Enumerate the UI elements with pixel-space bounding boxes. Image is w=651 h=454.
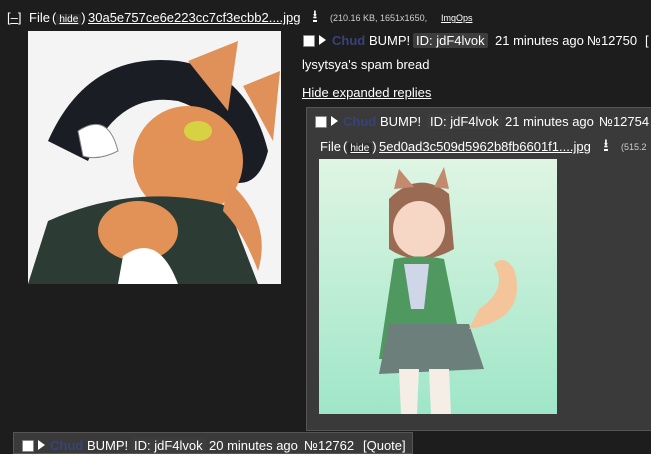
op-bump-label: BUMP! <box>369 33 411 48</box>
reply-bump-label: BUMP! <box>380 114 422 129</box>
download-icon[interactable]: ⭳ <box>313 10 317 22</box>
reply-file-meta: (515.2 <box>621 142 647 152</box>
op-quote-bracket[interactable]: [ <box>645 33 649 48</box>
reply-post-number[interactable]: №12754 <box>599 114 649 129</box>
op-post-number[interactable]: №12750 <box>587 33 637 48</box>
op-timestamp: 21 minutes ago <box>495 33 584 48</box>
reply-filename-link[interactable]: 5ed0ad3c509d5962b8fb6601f1....jpg <box>379 139 591 154</box>
collapse-thread-button[interactable]: [–] <box>7 10 21 25</box>
op-select-checkbox[interactable] <box>303 35 315 47</box>
next-post-number[interactable]: №12762 <box>304 438 354 453</box>
imgops-link[interactable]: ImgOps <box>441 13 473 23</box>
op-poster-id[interactable]: ID: jdF4lvok <box>413 33 488 48</box>
expand-triangle-icon[interactable] <box>319 35 326 45</box>
expand-triangle-icon[interactable] <box>38 440 45 450</box>
op-file-meta: (210.16 KB, 1651x1650, <box>330 13 428 23</box>
op-image-art <box>28 31 281 284</box>
reply-timestamp: 21 minutes ago <box>505 114 594 129</box>
file-label: File <box>29 10 50 25</box>
reply-hide-file-button[interactable]: hide <box>347 143 373 154</box>
next-post-poster-id[interactable]: ID: jdF4lvok <box>131 438 206 453</box>
reply-file-hide-group: (hide) <box>343 139 377 154</box>
op-image-thumbnail[interactable] <box>28 31 281 284</box>
next-post-timestamp: 20 minutes ago <box>209 438 298 453</box>
op-poster-name: Chud <box>332 33 366 48</box>
reply-image-thumbnail[interactable] <box>319 159 557 414</box>
reply-image-art <box>319 159 557 414</box>
next-post-bump-label: BUMP! <box>87 438 129 453</box>
reply-poster-id[interactable]: ID: jdF4lvok <box>427 114 502 129</box>
expand-triangle-icon[interactable] <box>331 116 338 126</box>
op-body-text: lysytsya's spam bread <box>302 57 430 72</box>
hide-file-button[interactable]: hide <box>56 14 82 25</box>
next-post-quote-link[interactable]: [Quote] <box>363 438 406 453</box>
reply-poster-name: Chud <box>343 114 377 129</box>
reply-file-label: File <box>320 139 341 154</box>
next-post-select-checkbox[interactable] <box>22 440 34 452</box>
op-filename-link[interactable]: 30a5e757ce6e223cc7cf3ecbb2....jpg <box>88 10 301 25</box>
hide-expanded-replies-link[interactable]: Hide expanded replies <box>302 85 431 100</box>
file-hide-group: (hide) <box>52 10 86 25</box>
next-post-poster-name: Chud <box>50 438 84 453</box>
download-icon[interactable]: ⭳ <box>604 139 608 151</box>
reply-select-checkbox[interactable] <box>315 116 327 128</box>
